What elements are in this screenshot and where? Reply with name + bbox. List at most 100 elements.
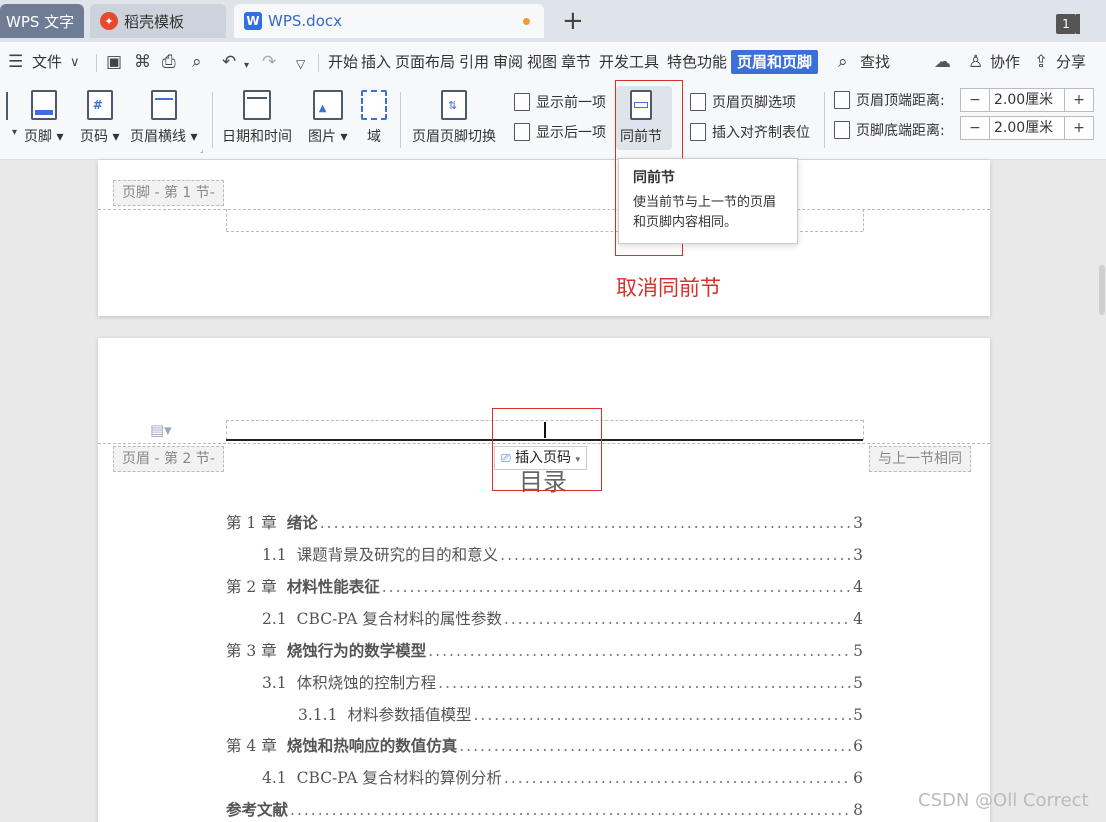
divider — [824, 92, 825, 148]
menu-page-layout[interactable]: 页面布局 — [395, 42, 455, 82]
annotation-text: 取消同前节 — [616, 276, 721, 300]
toc-entry[interactable]: 第 1 章绪论.................................… — [226, 511, 863, 533]
chevron-down-icon[interactable]: ∨ — [70, 53, 80, 73]
toc-entry[interactable]: 4.1 CBC-PA 复合材料的算例分析.....................… — [262, 766, 863, 788]
toc-entry-title: 材料参数插值模型 — [347, 706, 472, 724]
toc-number: 第 2 章 — [226, 578, 277, 596]
dialog-launcher-icon[interactable]: ⌟ — [200, 145, 204, 154]
picture-button[interactable]: ▲ 图片 ▾ — [308, 90, 347, 146]
menu-developer[interactable]: 开发工具 — [599, 42, 659, 82]
toc-leader-dots: ........................................… — [428, 642, 852, 660]
toc-page-number: 6 — [853, 769, 863, 787]
undo-icon[interactable]: ↶ — [222, 52, 236, 72]
align-tab-label: 插入对齐制表位 — [712, 125, 810, 141]
field-icon — [361, 90, 387, 120]
datetime-button[interactable]: 日期和时间 — [222, 90, 292, 146]
toc-number: 1.1 — [262, 546, 287, 564]
format-painter-icon[interactable]: ⌘ — [134, 52, 151, 72]
undo-dropdown-icon[interactable]: ▾ — [244, 56, 249, 76]
tab-document[interactable]: W WPS.docx — [234, 4, 544, 38]
header-line-icon — [150, 90, 177, 120]
menu-references[interactable]: 引用 — [459, 42, 489, 82]
print-preview-icon[interactable]: ⌕ — [192, 52, 202, 72]
menu-chapter[interactable]: 章节 — [561, 42, 591, 82]
toc-number: 2.1 — [262, 610, 287, 628]
footer-button[interactable]: 页脚 ▾ — [24, 90, 63, 146]
footer-bottom-distance-input[interactable]: 2.00厘米 — [989, 117, 1065, 139]
toc-entry[interactable]: 3.1 体积烧蚀的控制方程............................… — [262, 671, 863, 693]
field-button[interactable]: 域 — [361, 90, 387, 146]
tab-label: 稻壳模板 — [124, 12, 185, 31]
hamburger-menu-icon[interactable]: ☰ — [8, 52, 23, 72]
margin-line — [226, 420, 227, 440]
tab-daoke-templates[interactable]: ✦ 稻壳模板 — [90, 4, 226, 38]
header-footer-options-button[interactable]: 页眉页脚选项 — [690, 92, 796, 112]
picture-label: 图片 ▾ — [308, 129, 348, 145]
header-line-button[interactable]: 页眉横线 ▾ — [130, 90, 197, 146]
menu-home[interactable]: 开始 — [328, 42, 358, 82]
toc-page-number: 3 — [853, 514, 863, 532]
insert-align-tab-button[interactable]: 插入对齐制表位 — [690, 122, 810, 142]
tab-wps-writer[interactable]: WPS 文字 — [0, 4, 84, 38]
save-icon[interactable]: ▣ — [106, 52, 122, 72]
toc-entry[interactable]: 1.1 课题背景及研究的目的和意义........................… — [262, 543, 863, 565]
cloud-sync-icon[interactable]: ☁ — [934, 52, 951, 72]
annotation-highlight-box — [492, 408, 602, 491]
menu-review[interactable]: 审阅 — [493, 42, 523, 82]
toc-entry-title: CBC-PA 复合材料的算例分析 — [296, 769, 502, 787]
footer-distance-icon — [834, 121, 850, 139]
toc-entry-title: 烧蚀和热响应的数值仿真 — [286, 736, 458, 755]
page-number-button[interactable]: # 页码 ▾ — [80, 90, 119, 146]
collaborate-icon[interactable]: ♙ — [968, 52, 983, 72]
toc-leader-dots: ........................................… — [459, 737, 851, 755]
footer-section-tag: 页脚 - 第 1 节- — [113, 180, 224, 206]
scrollbar-thumb[interactable] — [1099, 265, 1105, 315]
header-layout-icon[interactable]: ▤▾ — [150, 421, 172, 439]
toc-leader-dots: ........................................… — [438, 674, 851, 692]
toc-entry[interactable]: 第 2 章材料性能表征.............................… — [226, 575, 863, 597]
menu-view[interactable]: 视图 — [527, 42, 557, 82]
menu-insert[interactable]: 插入 — [361, 42, 391, 82]
toc-page-number: 4 — [853, 578, 863, 596]
share-button[interactable]: 分享 — [1056, 42, 1086, 82]
increment-button[interactable]: + — [1065, 89, 1093, 111]
increment-button[interactable]: + — [1065, 117, 1093, 139]
toc-entry-title: 体积烧蚀的控制方程 — [296, 674, 437, 692]
toc-number: 3.1 — [262, 674, 287, 692]
window-count-badge[interactable]: 1 — [1056, 14, 1076, 34]
toc-entry[interactable]: 2.1 CBC-PA 复合材料的属性参数.....................… — [262, 607, 863, 629]
toc-page-number: 4 — [853, 610, 863, 628]
show-previous-button[interactable]: 显示前一项 — [514, 92, 606, 112]
quick-access-more-icon[interactable]: ▽ — [296, 54, 305, 74]
collaborate-button[interactable]: 协作 — [990, 42, 1020, 82]
switch-header-footer-button[interactable]: ⇅ 页眉页脚切换 — [412, 90, 496, 146]
share-icon[interactable]: ⇪ — [1034, 52, 1048, 72]
divider — [96, 54, 97, 72]
toc-entry[interactable]: 第 3 章烧蚀行为的数学模型..........................… — [226, 639, 863, 661]
print-icon[interactable]: ⎙ — [162, 52, 176, 72]
header-top-distance-input[interactable]: 2.00厘米 — [989, 89, 1065, 111]
new-tab-plus-icon[interactable]: + — [562, 6, 584, 36]
footer-bottom-distance-spinner[interactable]: − 2.00厘米 + — [960, 116, 1094, 140]
show-next-button[interactable]: 显示后一项 — [514, 122, 606, 142]
header-top-distance-spinner[interactable]: − 2.00厘米 + — [960, 88, 1094, 112]
toc-leader-dots: ........................................… — [381, 578, 852, 596]
search-button[interactable]: 查找 — [860, 42, 890, 82]
menu-file[interactable]: 文件 — [32, 42, 62, 82]
menu-special-features[interactable]: 特色功能 — [667, 42, 727, 82]
page-number-icon: # — [86, 90, 113, 120]
toc-number: 第 3 章 — [226, 642, 277, 660]
decrement-button[interactable]: − — [961, 89, 989, 111]
decrement-button[interactable]: − — [961, 117, 989, 139]
redo-icon[interactable]: ↷ — [262, 52, 276, 72]
toc-entry[interactable]: 第 4 章烧蚀和热响应的数值仿真........................… — [226, 734, 863, 756]
vertical-scrollbar[interactable] — [1098, 160, 1106, 822]
footer-label: 页脚 ▾ — [24, 129, 64, 145]
toc-entry[interactable]: 3.1.1 材料参数插值模型...........................… — [298, 703, 863, 725]
toc-entry[interactable]: 参考文献....................................… — [226, 798, 863, 820]
toc-entry-title: CBC-PA 复合材料的属性参数 — [296, 610, 502, 628]
menu-header-footer[interactable]: 页眉和页脚 — [731, 50, 819, 74]
toc-page-number: 5 — [853, 642, 863, 660]
search-icon[interactable]: ⌕ — [838, 52, 848, 72]
menu-bar: ☰ 文件 ∨ ▣ ⌘ ⎙ ⌕ ↶ ▾ ↷ ▽ 开始 插入 页面布局 引用 审阅 … — [0, 42, 1106, 82]
